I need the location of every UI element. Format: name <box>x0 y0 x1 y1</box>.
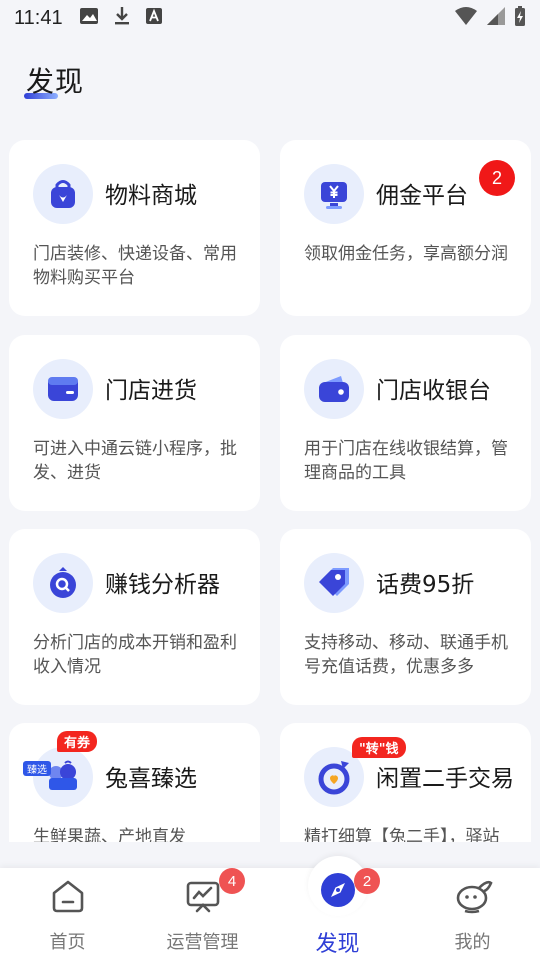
wallet-icon <box>304 359 364 419</box>
card-commission-platform[interactable]: 佣金平台 2 领取佣金任务，享高额分润 <box>280 140 531 316</box>
status-time: 11:41 <box>14 6 63 29</box>
nav-item-home[interactable]: 首页 <box>0 868 135 960</box>
card-title: 物料商城 <box>105 183 197 209</box>
card-secondhand-trade[interactable]: "转"钱 闲置二手交易 精打细算【兔二手】，驿站闲置轻松卖 <box>280 723 531 842</box>
download-icon <box>113 6 131 30</box>
card-desc: 可进入中通云链小程序，批发、进货 <box>33 439 237 483</box>
card-desc: 门店装修、快递设备、常用物料购买平台 <box>33 244 237 288</box>
card-profit-analyzer[interactable]: 赚钱分析器 分析门店的成本开销和盈利收入情况 <box>9 529 260 705</box>
notification-badge: 2 <box>479 160 515 196</box>
nav-label: 运营管理 <box>166 932 239 953</box>
feature-grid: 物料商城 门店装修、快递设备、常用物料购买平台 佣金平台 2 领取佣金任务，享高… <box>0 140 540 842</box>
signal-icon <box>486 6 506 30</box>
nav-label: 我的 <box>454 932 491 953</box>
bottom-nav: 首页 4 运营管理 2 发现 我的 <box>0 856 540 960</box>
chart-board-icon <box>183 876 223 916</box>
card-desc: 用于门店在线收银结算，管理商品的工具 <box>304 439 508 483</box>
card-title: 话费95折 <box>376 572 475 598</box>
card-desc: 分析门店的成本开销和盈利收入情况 <box>33 633 237 677</box>
profile-icon <box>453 876 493 916</box>
nav-item-operations[interactable]: 4 运营管理 <box>135 868 270 960</box>
card-store-restock[interactable]: 门店进货 可进入中通云链小程序，批发、进货 <box>9 335 260 511</box>
nav-label: 首页 <box>49 932 86 953</box>
analysis-icon <box>33 553 93 613</box>
compass-icon <box>318 870 358 910</box>
card-title: 闲置二手交易 <box>376 766 514 792</box>
card-title: 佣金平台 <box>376 183 468 209</box>
nav-item-discover[interactable]: 2 发现 <box>270 856 405 960</box>
home-icon <box>48 876 88 916</box>
nav-badge: 4 <box>219 868 245 894</box>
card-desc: 生鲜果蔬、产地直发 <box>33 827 186 842</box>
select-mini-tag: 臻选 <box>23 761 51 776</box>
card-phone-topup[interactable]: 话费95折 支持移动、移动、联通手机号充值话费，优惠多多 <box>280 529 531 705</box>
battery-icon <box>514 6 526 30</box>
fruit-basket-icon <box>33 747 93 807</box>
card-material-mall[interactable]: 物料商城 门店装修、快递设备、常用物料购买平台 <box>9 140 260 316</box>
coupon-tag: 有券 <box>57 731 98 752</box>
card-title: 兔喜臻选 <box>105 766 197 792</box>
card-title: 门店进货 <box>105 378 197 404</box>
box-icon <box>33 359 93 419</box>
font-icon <box>145 7 163 29</box>
card-tuxi-select[interactable]: 臻选 有券 兔喜臻选 生鲜果蔬、产地直发 <box>9 723 260 842</box>
nav-label: 发现 <box>315 932 360 957</box>
discover-screen: 11:41 发现 物料商城 门店装修、快递设备、常用物料购买平台 佣金平台 2 … <box>0 0 540 960</box>
card-desc: 支持移动、移动、联通手机号充值话费，优惠多多 <box>304 633 508 677</box>
yuan-screen-icon <box>304 164 364 224</box>
earn-money-tag: "转"钱 <box>352 737 406 758</box>
card-desc: 精打细算【兔二手】，驿站闲置轻松卖 <box>304 827 500 842</box>
nav-badge: 2 <box>354 868 380 894</box>
image-icon <box>79 7 99 29</box>
nav-item-profile[interactable]: 我的 <box>405 868 540 960</box>
tag-icon <box>304 553 364 613</box>
shopping-bag-icon <box>33 164 93 224</box>
card-title: 赚钱分析器 <box>105 572 220 598</box>
card-title: 门店收银台 <box>376 378 491 404</box>
status-bar: 11:41 <box>0 0 540 36</box>
wifi-icon <box>454 6 478 30</box>
card-desc: 领取佣金任务，享高额分润 <box>304 244 508 264</box>
page-title: 发现 <box>26 65 85 98</box>
card-store-cashier[interactable]: 门店收银台 用于门店在线收银结算，管理商品的工具 <box>280 335 531 511</box>
